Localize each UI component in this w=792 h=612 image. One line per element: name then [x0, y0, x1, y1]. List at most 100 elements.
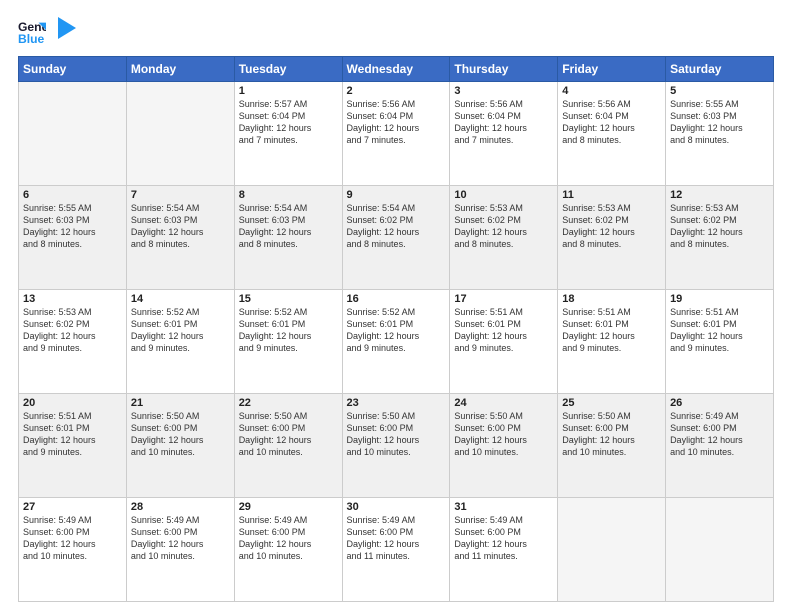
- calendar-cell: [666, 498, 774, 602]
- calendar-cell: 31Sunrise: 5:49 AM Sunset: 6:00 PM Dayli…: [450, 498, 558, 602]
- day-number: 11: [562, 189, 661, 201]
- calendar-cell: 27Sunrise: 5:49 AM Sunset: 6:00 PM Dayli…: [19, 498, 127, 602]
- day-info: Sunrise: 5:49 AM Sunset: 6:00 PM Dayligh…: [131, 514, 230, 563]
- calendar-cell: 20Sunrise: 5:51 AM Sunset: 6:01 PM Dayli…: [19, 394, 127, 498]
- calendar-cell: 22Sunrise: 5:50 AM Sunset: 6:00 PM Dayli…: [234, 394, 342, 498]
- calendar-cell: 17Sunrise: 5:51 AM Sunset: 6:01 PM Dayli…: [450, 290, 558, 394]
- day-info: Sunrise: 5:52 AM Sunset: 6:01 PM Dayligh…: [347, 306, 446, 355]
- day-number: 23: [347, 397, 446, 409]
- day-info: Sunrise: 5:52 AM Sunset: 6:01 PM Dayligh…: [131, 306, 230, 355]
- calendar-cell: 29Sunrise: 5:49 AM Sunset: 6:00 PM Dayli…: [234, 498, 342, 602]
- calendar-cell: 7Sunrise: 5:54 AM Sunset: 6:03 PM Daylig…: [126, 186, 234, 290]
- day-info: Sunrise: 5:56 AM Sunset: 6:04 PM Dayligh…: [562, 98, 661, 147]
- day-info: Sunrise: 5:51 AM Sunset: 6:01 PM Dayligh…: [23, 410, 122, 459]
- calendar-cell: 6Sunrise: 5:55 AM Sunset: 6:03 PM Daylig…: [19, 186, 127, 290]
- day-number: 3: [454, 85, 553, 97]
- day-number: 7: [131, 189, 230, 201]
- day-number: 10: [454, 189, 553, 201]
- day-number: 31: [454, 501, 553, 513]
- day-info: Sunrise: 5:57 AM Sunset: 6:04 PM Dayligh…: [239, 98, 338, 147]
- day-info: Sunrise: 5:50 AM Sunset: 6:00 PM Dayligh…: [562, 410, 661, 459]
- day-number: 2: [347, 85, 446, 97]
- day-number: 21: [131, 397, 230, 409]
- weekday-header: Sunday: [19, 57, 127, 82]
- day-info: Sunrise: 5:49 AM Sunset: 6:00 PM Dayligh…: [454, 514, 553, 563]
- day-number: 1: [239, 85, 338, 97]
- day-number: 17: [454, 293, 553, 305]
- calendar-cell: 14Sunrise: 5:52 AM Sunset: 6:01 PM Dayli…: [126, 290, 234, 394]
- day-info: Sunrise: 5:50 AM Sunset: 6:00 PM Dayligh…: [239, 410, 338, 459]
- calendar-cell: [126, 82, 234, 186]
- day-info: Sunrise: 5:50 AM Sunset: 6:00 PM Dayligh…: [347, 410, 446, 459]
- calendar-cell: [558, 498, 666, 602]
- day-number: 24: [454, 397, 553, 409]
- day-number: 28: [131, 501, 230, 513]
- calendar-cell: 5Sunrise: 5:55 AM Sunset: 6:03 PM Daylig…: [666, 82, 774, 186]
- logo-icon: General Blue: [18, 18, 46, 46]
- day-number: 22: [239, 397, 338, 409]
- weekday-header: Thursday: [450, 57, 558, 82]
- calendar-cell: 21Sunrise: 5:50 AM Sunset: 6:00 PM Dayli…: [126, 394, 234, 498]
- calendar-cell: 12Sunrise: 5:53 AM Sunset: 6:02 PM Dayli…: [666, 186, 774, 290]
- day-info: Sunrise: 5:49 AM Sunset: 6:00 PM Dayligh…: [23, 514, 122, 563]
- day-info: Sunrise: 5:56 AM Sunset: 6:04 PM Dayligh…: [454, 98, 553, 147]
- calendar-cell: 4Sunrise: 5:56 AM Sunset: 6:04 PM Daylig…: [558, 82, 666, 186]
- calendar-cell: 10Sunrise: 5:53 AM Sunset: 6:02 PM Dayli…: [450, 186, 558, 290]
- day-number: 15: [239, 293, 338, 305]
- day-number: 14: [131, 293, 230, 305]
- day-info: Sunrise: 5:51 AM Sunset: 6:01 PM Dayligh…: [562, 306, 661, 355]
- day-info: Sunrise: 5:53 AM Sunset: 6:02 PM Dayligh…: [23, 306, 122, 355]
- weekday-header: Tuesday: [234, 57, 342, 82]
- day-number: 26: [670, 397, 769, 409]
- day-number: 19: [670, 293, 769, 305]
- calendar-cell: 8Sunrise: 5:54 AM Sunset: 6:03 PM Daylig…: [234, 186, 342, 290]
- weekday-header: Monday: [126, 57, 234, 82]
- day-info: Sunrise: 5:49 AM Sunset: 6:00 PM Dayligh…: [347, 514, 446, 563]
- day-info: Sunrise: 5:49 AM Sunset: 6:00 PM Dayligh…: [670, 410, 769, 459]
- logo: General Blue: [18, 18, 76, 46]
- weekday-header: Wednesday: [342, 57, 450, 82]
- day-info: Sunrise: 5:54 AM Sunset: 6:03 PM Dayligh…: [131, 202, 230, 251]
- calendar-cell: 19Sunrise: 5:51 AM Sunset: 6:01 PM Dayli…: [666, 290, 774, 394]
- calendar-cell: 23Sunrise: 5:50 AM Sunset: 6:00 PM Dayli…: [342, 394, 450, 498]
- day-info: Sunrise: 5:50 AM Sunset: 6:00 PM Dayligh…: [454, 410, 553, 459]
- header: General Blue: [18, 18, 774, 46]
- calendar-cell: 26Sunrise: 5:49 AM Sunset: 6:00 PM Dayli…: [666, 394, 774, 498]
- calendar-cell: 24Sunrise: 5:50 AM Sunset: 6:00 PM Dayli…: [450, 394, 558, 498]
- calendar-cell: 1Sunrise: 5:57 AM Sunset: 6:04 PM Daylig…: [234, 82, 342, 186]
- day-number: 12: [670, 189, 769, 201]
- calendar-cell: 16Sunrise: 5:52 AM Sunset: 6:01 PM Dayli…: [342, 290, 450, 394]
- day-info: Sunrise: 5:50 AM Sunset: 6:00 PM Dayligh…: [131, 410, 230, 459]
- day-number: 25: [562, 397, 661, 409]
- calendar-cell: 25Sunrise: 5:50 AM Sunset: 6:00 PM Dayli…: [558, 394, 666, 498]
- calendar-cell: 3Sunrise: 5:56 AM Sunset: 6:04 PM Daylig…: [450, 82, 558, 186]
- weekday-header: Friday: [558, 57, 666, 82]
- day-info: Sunrise: 5:55 AM Sunset: 6:03 PM Dayligh…: [23, 202, 122, 251]
- day-info: Sunrise: 5:55 AM Sunset: 6:03 PM Dayligh…: [670, 98, 769, 147]
- weekday-header: Saturday: [666, 57, 774, 82]
- calendar-cell: 30Sunrise: 5:49 AM Sunset: 6:00 PM Dayli…: [342, 498, 450, 602]
- day-number: 30: [347, 501, 446, 513]
- day-info: Sunrise: 5:51 AM Sunset: 6:01 PM Dayligh…: [454, 306, 553, 355]
- calendar-cell: 18Sunrise: 5:51 AM Sunset: 6:01 PM Dayli…: [558, 290, 666, 394]
- day-info: Sunrise: 5:56 AM Sunset: 6:04 PM Dayligh…: [347, 98, 446, 147]
- logo-arrow-icon: [58, 17, 76, 39]
- day-number: 9: [347, 189, 446, 201]
- day-number: 27: [23, 501, 122, 513]
- day-info: Sunrise: 5:52 AM Sunset: 6:01 PM Dayligh…: [239, 306, 338, 355]
- day-number: 13: [23, 293, 122, 305]
- calendar-cell: 11Sunrise: 5:53 AM Sunset: 6:02 PM Dayli…: [558, 186, 666, 290]
- day-number: 6: [23, 189, 122, 201]
- day-info: Sunrise: 5:53 AM Sunset: 6:02 PM Dayligh…: [562, 202, 661, 251]
- day-number: 8: [239, 189, 338, 201]
- day-info: Sunrise: 5:51 AM Sunset: 6:01 PM Dayligh…: [670, 306, 769, 355]
- day-info: Sunrise: 5:49 AM Sunset: 6:00 PM Dayligh…: [239, 514, 338, 563]
- day-number: 5: [670, 85, 769, 97]
- day-number: 29: [239, 501, 338, 513]
- calendar-cell: 15Sunrise: 5:52 AM Sunset: 6:01 PM Dayli…: [234, 290, 342, 394]
- calendar-page: General Blue SundayMondayTuesdayWednesda…: [0, 0, 792, 612]
- calendar-cell: 28Sunrise: 5:49 AM Sunset: 6:00 PM Dayli…: [126, 498, 234, 602]
- day-number: 16: [347, 293, 446, 305]
- calendar-cell: 9Sunrise: 5:54 AM Sunset: 6:02 PM Daylig…: [342, 186, 450, 290]
- calendar-cell: [19, 82, 127, 186]
